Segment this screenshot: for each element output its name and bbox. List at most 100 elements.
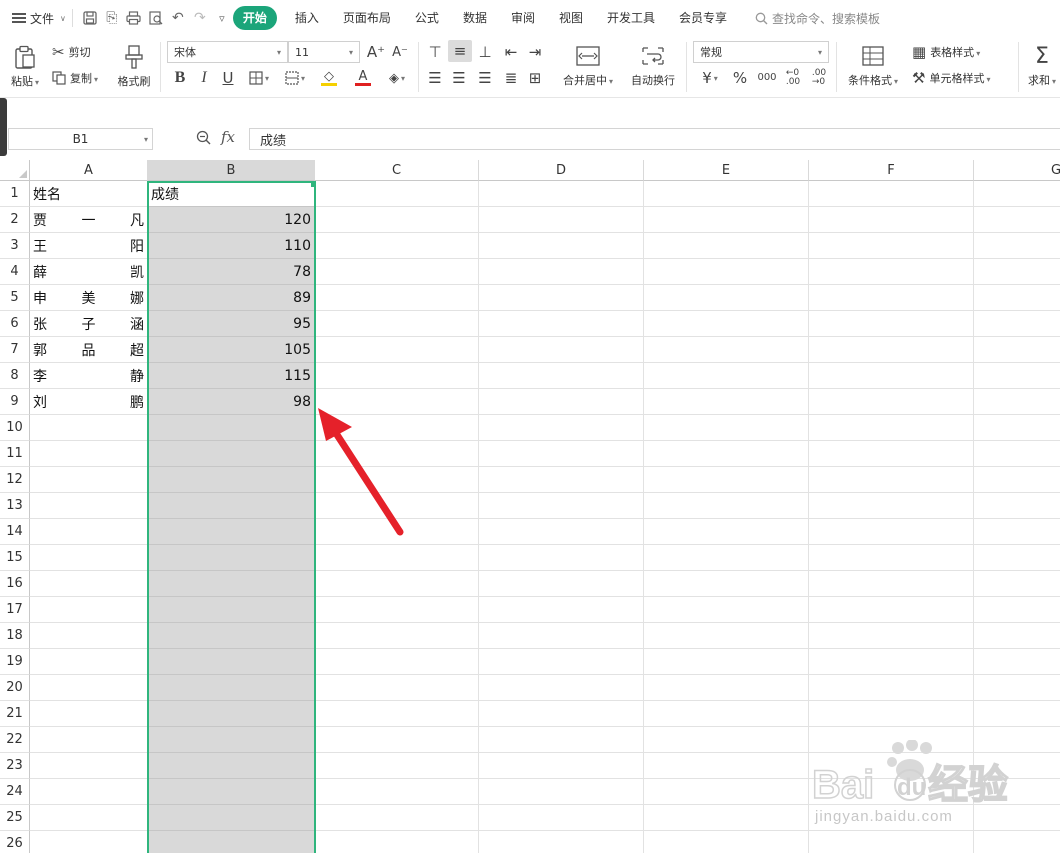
name-box[interactable]: B1 ▾ [8,128,153,150]
cell-g24[interactable] [974,779,1060,805]
column-header-d[interactable]: D [479,160,644,181]
cell-a8[interactable]: 李静 [30,363,148,389]
row-header-12[interactable]: 12 [0,467,30,493]
cell-f20[interactable] [809,675,974,701]
cell-e10[interactable] [644,415,809,441]
cell-g13[interactable] [974,493,1060,519]
align-bottom-button[interactable]: ⊥ [474,42,496,62]
tab-review[interactable]: 审阅 [499,6,547,30]
cell-e3[interactable] [644,233,809,259]
spreadsheet-grid[interactable]: A B C D E F G 1 姓名 成绩 2 贾一凡 120 3 王阳 110 4 薛凯 78 5 申美… [0,160,1060,853]
cell-d23[interactable] [479,753,644,779]
increase-indent-button[interactable]: ⇥ [524,42,546,62]
cell-c10[interactable] [315,415,479,441]
cell-f1[interactable] [809,181,974,207]
cell-g18[interactable] [974,623,1060,649]
column-header-e[interactable]: E [644,160,809,181]
cell-e20[interactable] [644,675,809,701]
row-header-9[interactable]: 9 [0,389,30,415]
row-header-7[interactable]: 7 [0,337,30,363]
cell-b8[interactable]: 115 [148,363,315,389]
cell-d6[interactable] [479,311,644,337]
cell-b14[interactable] [148,519,315,545]
cell-e24[interactable] [644,779,809,805]
bold-button[interactable]: B [170,68,190,88]
cell-a16[interactable] [30,571,148,597]
column-header-c[interactable]: C [315,160,479,181]
cell-format-button[interactable]: ▾ [280,68,310,88]
cell-b10[interactable] [148,415,315,441]
cell-g5[interactable] [974,285,1060,311]
fill-handle[interactable] [311,182,316,187]
row-header-16[interactable]: 16 [0,571,30,597]
align-left-button[interactable]: ☰ [424,68,446,88]
cell-e26[interactable] [644,831,809,853]
column-header-a[interactable]: A [30,160,148,181]
cell-e25[interactable] [644,805,809,831]
cell-e17[interactable] [644,597,809,623]
cell-e7[interactable] [644,337,809,363]
cell-c17[interactable] [315,597,479,623]
save-icon[interactable] [79,7,101,29]
print-preview-icon[interactable] [145,7,167,29]
cell-d18[interactable] [479,623,644,649]
cell-style-button[interactable]: ⚒ 单元格样式 ▾ [912,68,990,88]
row-header-8[interactable]: 8 [0,363,30,389]
cell-e13[interactable] [644,493,809,519]
align-center-button[interactable]: ☰ [448,68,470,88]
row-header-13[interactable]: 13 [0,493,30,519]
paste-button[interactable]: 粘贴 ▾ [6,40,44,94]
cell-d2[interactable] [479,207,644,233]
row-header-18[interactable]: 18 [0,623,30,649]
cell-a17[interactable] [30,597,148,623]
cell-b26[interactable] [148,831,315,853]
decrease-decimal-button[interactable]: .00 →0 [808,68,830,88]
increase-decimal-button[interactable]: ←0.00 [782,68,804,88]
row-header-2[interactable]: 2 [0,207,30,233]
row-header-11[interactable]: 11 [0,441,30,467]
cell-g1[interactable] [974,181,1060,207]
cell-d3[interactable] [479,233,644,259]
print-icon[interactable] [123,7,145,29]
fill-color-button[interactable]: ◇ [314,68,344,88]
borders-button[interactable]: ▾ [244,68,274,88]
cell-f11[interactable] [809,441,974,467]
cell-e18[interactable] [644,623,809,649]
cell-c19[interactable] [315,649,479,675]
tab-home[interactable]: 开始 [232,6,277,30]
cell-a23[interactable] [30,753,148,779]
cell-b6[interactable]: 95 [148,311,315,337]
cell-b2[interactable]: 120 [148,207,315,233]
redo-icon[interactable]: ↷ [189,7,211,29]
cell-b22[interactable] [148,727,315,753]
cell-d11[interactable] [479,441,644,467]
cell-e19[interactable] [644,649,809,675]
cell-b19[interactable] [148,649,315,675]
cell-b3[interactable]: 110 [148,233,315,259]
cell-f18[interactable] [809,623,974,649]
cell-b1[interactable]: 成绩 [148,181,315,207]
cell-f4[interactable] [809,259,974,285]
cell-a21[interactable] [30,701,148,727]
cell-b5[interactable]: 89 [148,285,315,311]
cell-b25[interactable] [148,805,315,831]
cell-e1[interactable] [644,181,809,207]
row-header-5[interactable]: 5 [0,285,30,311]
cell-a11[interactable] [30,441,148,467]
cell-c11[interactable] [315,441,479,467]
column-header-b[interactable]: B [148,160,315,181]
cell-b4[interactable]: 78 [148,259,315,285]
tab-view[interactable]: 视图 [547,6,595,30]
command-search[interactable]: 查找命令、搜索模板 [755,10,880,27]
cell-c24[interactable] [315,779,479,805]
cell-g20[interactable] [974,675,1060,701]
cell-f21[interactable] [809,701,974,727]
align-right-button[interactable]: ☰ [474,68,496,88]
cell-c14[interactable] [315,519,479,545]
cell-a12[interactable] [30,467,148,493]
cell-c23[interactable] [315,753,479,779]
row-header-14[interactable]: 14 [0,519,30,545]
cell-e14[interactable] [644,519,809,545]
row-header-15[interactable]: 15 [0,545,30,571]
cell-b21[interactable] [148,701,315,727]
